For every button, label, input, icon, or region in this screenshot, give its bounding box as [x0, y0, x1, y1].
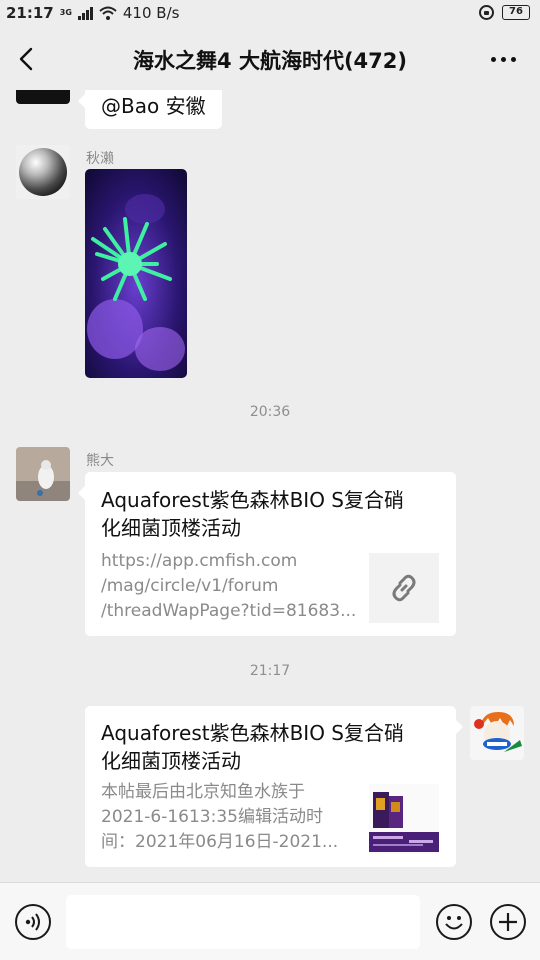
message-input[interactable] [66, 895, 420, 949]
link-title: Aquaforest紫色森林BIO S复合硝 [101, 721, 404, 745]
link-title: 化细菌顶楼活动 [101, 516, 241, 540]
link-description: 本帖最后由北京知鱼水族于 [101, 782, 305, 802]
input-bar [0, 882, 540, 960]
link-thumbnail [369, 553, 439, 623]
link-icon [392, 574, 416, 602]
timestamp: 21:17 [249, 663, 291, 679]
voice-icon[interactable] [15, 904, 51, 940]
battery-icon: 76 [502, 5, 530, 20]
text-message[interactable]: @Bao 安徽 [78, 90, 222, 129]
sender-name: 熊大 [86, 453, 114, 469]
wifi-icon [99, 6, 117, 20]
network-type: 3G [59, 8, 72, 17]
link-description: 间：2021年06月16日-2021... [101, 832, 339, 852]
avatar[interactable] [16, 145, 70, 199]
link-description: /mag/circle/v1/forum [101, 576, 279, 596]
chat-title: 海水之舞4 大航海时代(472) [133, 49, 407, 73]
avatar[interactable] [470, 706, 524, 760]
link-thumbnail [369, 784, 439, 854]
link-title: Aquaforest紫色森林BIO S复合硝 [101, 488, 404, 512]
emoji-icon[interactable] [436, 904, 472, 940]
plus-icon[interactable] [490, 904, 526, 940]
link-description: 2021-6-1613:35编辑活动时 [101, 807, 323, 827]
sender-name: 秋濑 [86, 151, 114, 167]
avatar[interactable] [16, 447, 70, 501]
status-time: 21:17 [6, 4, 54, 22]
message-list[interactable]: @Bao 安徽 秋濑 20:36 熊大 Aquaforest紫色森林BIO S复… [0, 90, 540, 882]
signal-icon [77, 6, 93, 20]
chat-header: 海水之舞4 大航海时代(472) [0, 28, 540, 90]
link-description: https://app.cmfish.com [101, 551, 298, 571]
image-message[interactable] [85, 169, 187, 378]
link-card[interactable]: Aquaforest紫色森林BIO S复合硝 化细菌顶楼活动 https://a… [78, 472, 456, 636]
message-text: @Bao 安徽 [101, 94, 206, 118]
timestamp: 20:36 [249, 404, 291, 420]
avatar[interactable] [16, 90, 70, 104]
alarm-icon [479, 5, 494, 20]
link-title: 化细菌顶楼活动 [101, 749, 241, 773]
status-bar: 21:17 3G 410 B/s 76 [0, 0, 540, 28]
more-icon[interactable] [491, 57, 516, 62]
link-card[interactable]: Aquaforest紫色森林BIO S复合硝 化细菌顶楼活动 本帖最后由北京知鱼… [85, 706, 463, 867]
link-description: /threadWapPage?tid=81683... [101, 601, 355, 621]
network-speed: 410 B/s [122, 4, 180, 22]
